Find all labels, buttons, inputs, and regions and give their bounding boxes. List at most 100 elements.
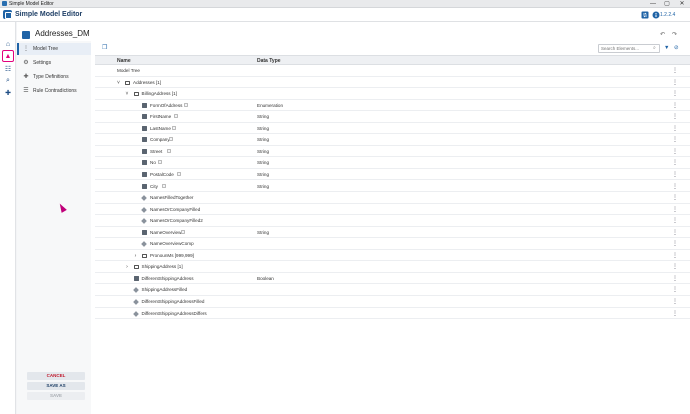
table-row[interactable]: PostalCode String ⋮ — [95, 169, 690, 181]
table-row[interactable]: NamesFilledTogether ⋮ — [95, 192, 690, 204]
hierarchy-icon[interactable]: ☷ — [2, 63, 14, 75]
table-row[interactable]: City String ⋮ — [95, 181, 690, 192]
row-name: DifferentShippingAddressDiffers — [141, 310, 207, 316]
rule-icon — [141, 195, 147, 201]
attribute-icon — [142, 102, 147, 108]
clear-filter-icon[interactable]: ⊘ — [674, 45, 679, 51]
info-icon[interactable] — [652, 11, 660, 19]
row-data-type: String — [257, 183, 270, 189]
cancel-button[interactable]: CANCEL — [27, 372, 85, 380]
row-name: ShippingAddressFilled — [141, 287, 188, 293]
row-menu-icon[interactable]: ⋮ — [672, 159, 678, 166]
row-menu-icon[interactable]: ⋮ — [672, 194, 678, 201]
row-menu-icon[interactable]: ⋮ — [672, 113, 678, 120]
row-menu-icon[interactable]: ⋮ — [672, 171, 678, 178]
gear-icon: ⚙ — [23, 60, 29, 66]
nav-pane: ⋮ Model Tree ⚙ Settings ✚ Type Definitio… — [17, 41, 91, 414]
row-menu-icon[interactable]: ⋮ — [672, 67, 678, 74]
table-row[interactable]: FirstName String ⋮ — [95, 111, 690, 123]
row-name: DifferentShippingAddress — [141, 275, 194, 281]
column-header-name[interactable]: Name — [117, 58, 131, 64]
row-menu-icon[interactable]: ⋮ — [672, 310, 678, 317]
row-menu-icon[interactable]: ⋮ — [672, 252, 678, 259]
mandatory-badge-icon — [162, 183, 167, 188]
table-row[interactable]: ˅ BillingAddress [1] ⋮ — [95, 88, 690, 100]
table-row[interactable]: LastName String ⋮ — [95, 123, 690, 135]
table-row[interactable]: Model Tree ⋮ — [95, 65, 690, 77]
row-menu-icon[interactable]: ⋮ — [672, 102, 678, 109]
row-data-type: String — [257, 114, 270, 120]
search-input[interactable] — [598, 44, 660, 53]
collapse-chevron-icon[interactable]: ˅ — [125, 91, 130, 97]
row-menu-icon[interactable]: ⋮ — [672, 183, 678, 190]
row-name: Company — [150, 137, 170, 143]
tree-icon: ⋮ — [23, 46, 29, 52]
row-menu-icon[interactable]: ⋮ — [672, 90, 678, 97]
row-menu-icon[interactable]: ⋮ — [672, 275, 678, 282]
home-icon[interactable]: ⌂ — [2, 38, 14, 50]
save-as-button[interactable]: SAVE AS — [27, 382, 85, 390]
close-button[interactable]: ✕ — [675, 0, 689, 8]
row-menu-icon[interactable]: ⋮ — [672, 240, 678, 247]
expand-chevron-icon[interactable]: › — [125, 264, 130, 270]
row-menu-icon[interactable]: ⋮ — [672, 229, 678, 236]
mandatory-badge-icon — [181, 229, 186, 234]
table-row[interactable]: FormOfAddress Enumeration ⋮ — [95, 100, 690, 112]
table-row[interactable]: ShippingAddressFilled ⋮ — [95, 284, 690, 296]
row-menu-icon[interactable]: ⋮ — [672, 298, 678, 305]
table-row[interactable]: Company String ⋮ — [95, 134, 690, 146]
row-menu-icon[interactable]: ⋮ — [672, 125, 678, 132]
table-row[interactable]: › ShippingAddress [1] ⋮ — [95, 261, 690, 273]
filter-icon[interactable]: ▼ — [664, 45, 669, 51]
table-row[interactable]: › PronounMs [999,999] ⋮ — [95, 250, 690, 262]
version-label: 1.2.2.4 — [660, 12, 676, 18]
table-row[interactable]: Street String ⋮ — [95, 146, 690, 158]
row-menu-icon[interactable]: ⋮ — [672, 263, 678, 270]
rule-icon — [141, 218, 147, 224]
undo-icon[interactable]: ↶ — [660, 31, 665, 38]
model-icon[interactable]: ▲ — [2, 50, 14, 62]
row-name: DifferentShippingAddressFilled — [141, 299, 205, 304]
table-row[interactable]: DifferentShippingAddressFilled ⋮ — [95, 296, 690, 308]
table-row[interactable]: NamesOrCompanyFilled ⋮ — [95, 204, 690, 216]
copy-icon[interactable]: ❐ — [102, 44, 109, 51]
mandatory-badge-icon — [157, 160, 162, 165]
minimize-button[interactable]: — — [646, 0, 660, 8]
row-menu-icon[interactable]: ⋮ — [672, 136, 678, 143]
row-name: NameOverviewComp — [150, 241, 194, 247]
puzzle-icon[interactable]: ✚ — [2, 87, 14, 99]
app-title: Simple Model Editor — [15, 11, 83, 18]
column-header-data-type[interactable]: Data Type — [257, 58, 281, 64]
table-row[interactable]: NameOverviewComp ⋮ — [95, 238, 690, 250]
row-menu-icon[interactable]: ⋮ — [672, 79, 678, 86]
table-row[interactable]: DifferentShippingAddressDiffers ⋮ — [95, 308, 690, 320]
row-menu-icon[interactable]: ⋮ — [672, 217, 678, 224]
sync-icon[interactable] — [641, 11, 649, 19]
row-menu-icon[interactable]: ⋮ — [672, 286, 678, 293]
row-name: PostalCode — [150, 171, 174, 177]
row-menu-icon[interactable]: ⋮ — [672, 148, 678, 155]
attribute-icon — [142, 183, 147, 189]
rule-icon — [141, 206, 147, 213]
table-row[interactable]: DifferentShippingAddress Boolean ⋮ — [95, 273, 690, 285]
table-row[interactable]: NamesOrCompanyFilled2 ⋮ — [95, 215, 690, 227]
mandatory-badge-icon — [176, 171, 181, 176]
table-row[interactable]: No String ⋮ — [95, 157, 690, 169]
nav-item-settings[interactable]: ⚙ Settings — [17, 57, 91, 69]
nav-item-type-definitions[interactable]: ✚ Type Definitions — [17, 71, 91, 83]
search-icon[interactable]: ⌕ — [2, 75, 14, 87]
table-row[interactable]: NameOverview String ⋮ — [95, 227, 690, 239]
collapse-chevron-icon[interactable]: ˅ — [116, 80, 121, 86]
mandatory-badge-icon — [169, 137, 174, 142]
redo-icon[interactable]: ↷ — [672, 31, 677, 38]
maximize-button[interactable]: ▢ — [660, 0, 674, 8]
attribute-icon — [142, 229, 147, 235]
row-menu-icon[interactable]: ⋮ — [672, 206, 678, 213]
nav-item-model-tree[interactable]: ⋮ Model Tree — [17, 43, 91, 55]
expand-chevron-icon[interactable]: › — [133, 253, 138, 259]
document-icon — [22, 31, 30, 39]
nav-item-rule-contradictions[interactable]: ☰ Rule Contradictions — [17, 85, 91, 97]
save-button[interactable]: SAVE — [27, 392, 85, 400]
table-row[interactable]: ˅ Addresses [1] ⋮ — [95, 77, 690, 89]
window-title: Simple Model Editor — [9, 0, 54, 7]
